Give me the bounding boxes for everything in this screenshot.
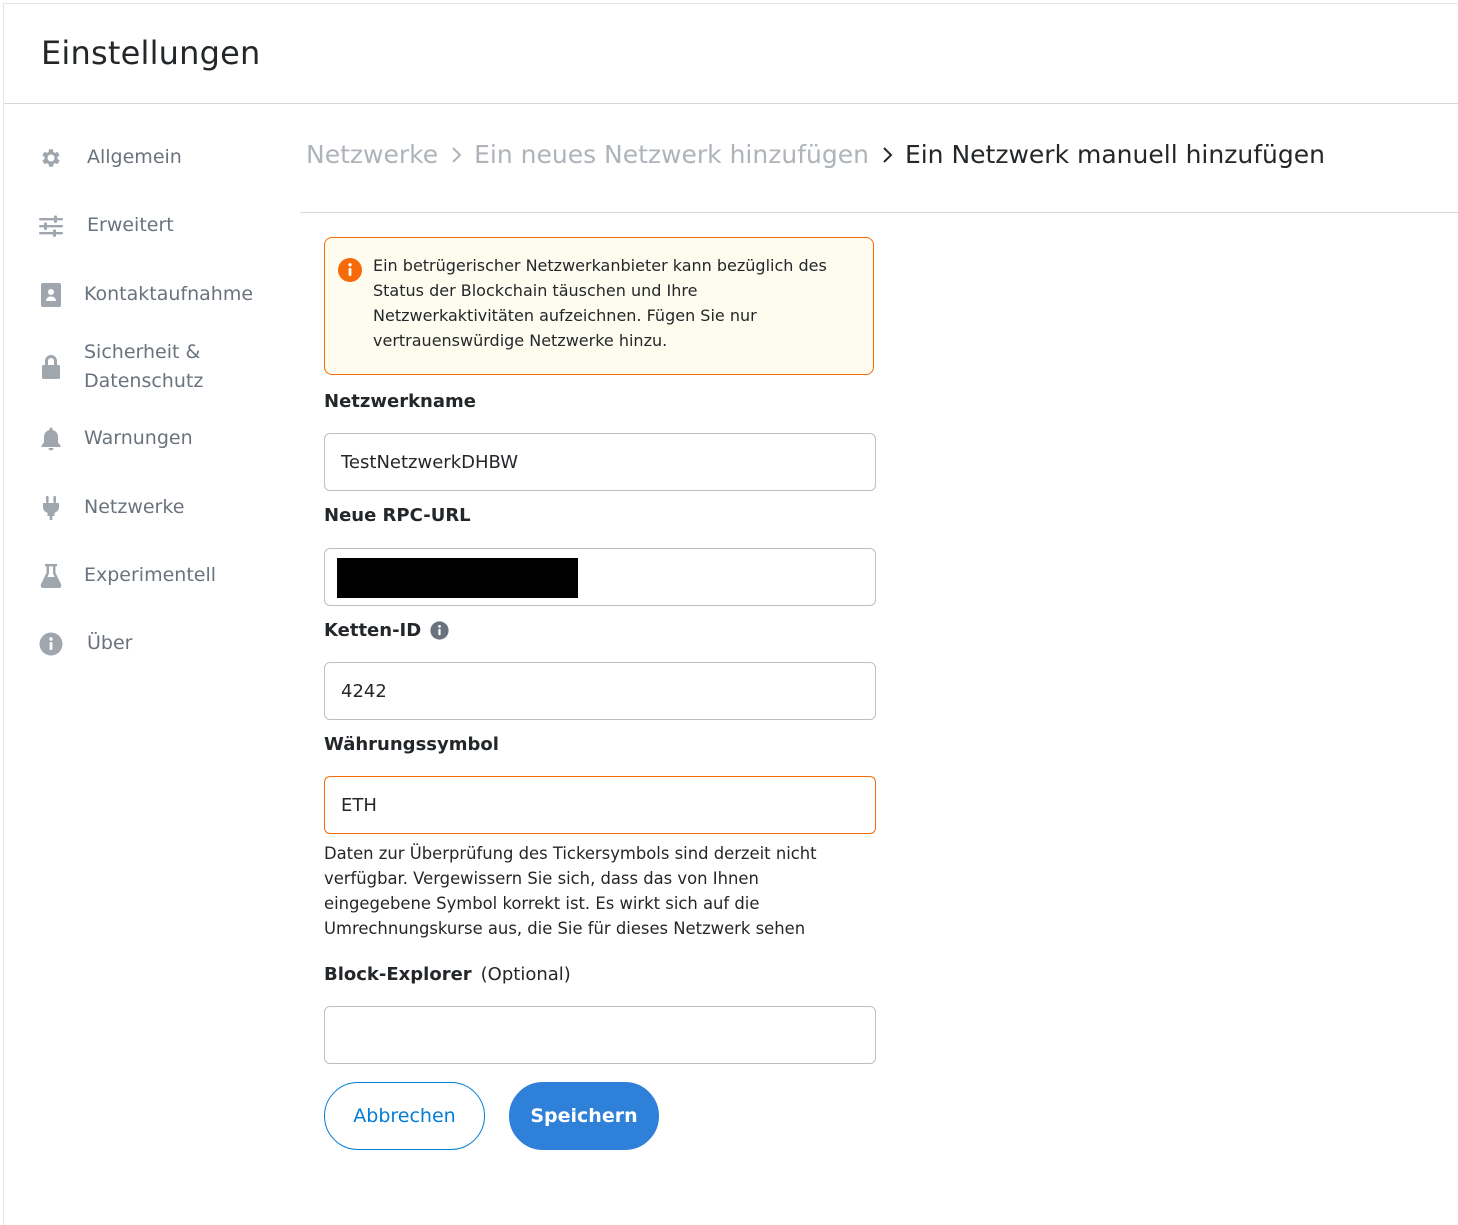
sidebar-item-label: Sicherheit & Datenschutz xyxy=(84,341,204,392)
page-title: Einstellungen xyxy=(41,34,261,72)
contact-book-icon xyxy=(37,281,65,309)
bell-icon xyxy=(37,425,65,453)
network-name-input[interactable] xyxy=(324,433,876,491)
breadcrumb-item-netzwerke[interactable]: Netzwerke xyxy=(306,140,438,169)
block-explorer-label: Block-Explorer xyxy=(324,964,472,985)
breadcrumb-item-add-network[interactable]: Ein neues Netzwerk hinzufügen xyxy=(474,140,869,169)
sidebar-item-ueber[interactable]: Über xyxy=(37,629,132,658)
sidebar-item-label: Warnungen xyxy=(84,427,193,449)
breadcrumb-item-current: Ein Netzwerk manuell hinzufügen xyxy=(904,140,1325,169)
sidebar-item-experimentell[interactable]: Experimentell xyxy=(37,561,216,590)
currency-symbol-label: Währungssymbol xyxy=(324,734,499,755)
sidebar-item-label: Experimentell xyxy=(84,564,217,586)
block-explorer-label-row: Block-Explorer (Optional) xyxy=(324,964,571,985)
chevron-right-icon xyxy=(881,146,893,164)
rpc-url-label: Neue RPC-URL xyxy=(324,505,471,526)
block-explorer-input[interactable] xyxy=(324,1006,876,1064)
content-divider xyxy=(300,212,1458,213)
sidebar-item-kontaktaufnahme[interactable]: Kontaktaufnahme xyxy=(37,280,253,309)
sidebar-item-netzwerke[interactable]: Netzwerke xyxy=(37,493,184,522)
plug-icon xyxy=(37,494,65,522)
lock-icon xyxy=(37,353,65,381)
header-divider xyxy=(4,103,1458,104)
chain-id-label: Ketten-ID xyxy=(324,620,422,641)
sidebar-item-label: Kontaktaufnahme xyxy=(84,283,254,305)
info-icon xyxy=(37,630,65,658)
settings-page: Einstellungen Allgemein Erweitert Kontak… xyxy=(3,3,1458,1225)
sidebar-item-label: Erweitert xyxy=(87,214,174,236)
sidebar-item-sicherheit[interactable]: Sicherheit & Datenschutz xyxy=(37,338,234,396)
breadcrumb: Netzwerke Ein neues Netzwerk hinzufügen … xyxy=(306,140,1325,169)
chain-id-input[interactable] xyxy=(324,662,876,720)
warning-text: Ein betrügerischer Netzwerkanbieter kann… xyxy=(373,256,827,350)
optional-hint: (Optional) xyxy=(480,964,571,985)
redacted-rpc-url xyxy=(337,558,578,598)
sidebar-item-erweitert[interactable]: Erweitert xyxy=(37,211,174,240)
warning-icon xyxy=(338,258,362,282)
currency-symbol-warning-text: Daten zur Überprüfung des Tickersymbols … xyxy=(324,844,817,938)
sidebar-item-label: Netzwerke xyxy=(84,496,185,518)
gear-icon xyxy=(37,144,65,172)
sidebar-item-warnungen[interactable]: Warnungen xyxy=(37,424,193,453)
sidebar-item-allgemein[interactable]: Allgemein xyxy=(37,143,182,172)
chain-id-label-row: Ketten-ID xyxy=(324,620,449,641)
sidebar-item-label: Allgemein xyxy=(87,146,182,168)
flask-icon xyxy=(37,562,65,590)
warning-banner: Ein betrügerischer Netzwerkanbieter kann… xyxy=(324,237,874,375)
cancel-button[interactable]: Abbrechen xyxy=(324,1082,485,1150)
sidebar-item-label: Über xyxy=(87,632,133,654)
chevron-right-icon xyxy=(450,146,462,164)
network-name-label: Netzwerkname xyxy=(324,391,476,412)
currency-symbol-input[interactable] xyxy=(324,776,876,834)
sliders-icon xyxy=(37,212,65,240)
info-icon[interactable] xyxy=(430,621,449,640)
save-button[interactable]: Speichern xyxy=(509,1082,659,1150)
